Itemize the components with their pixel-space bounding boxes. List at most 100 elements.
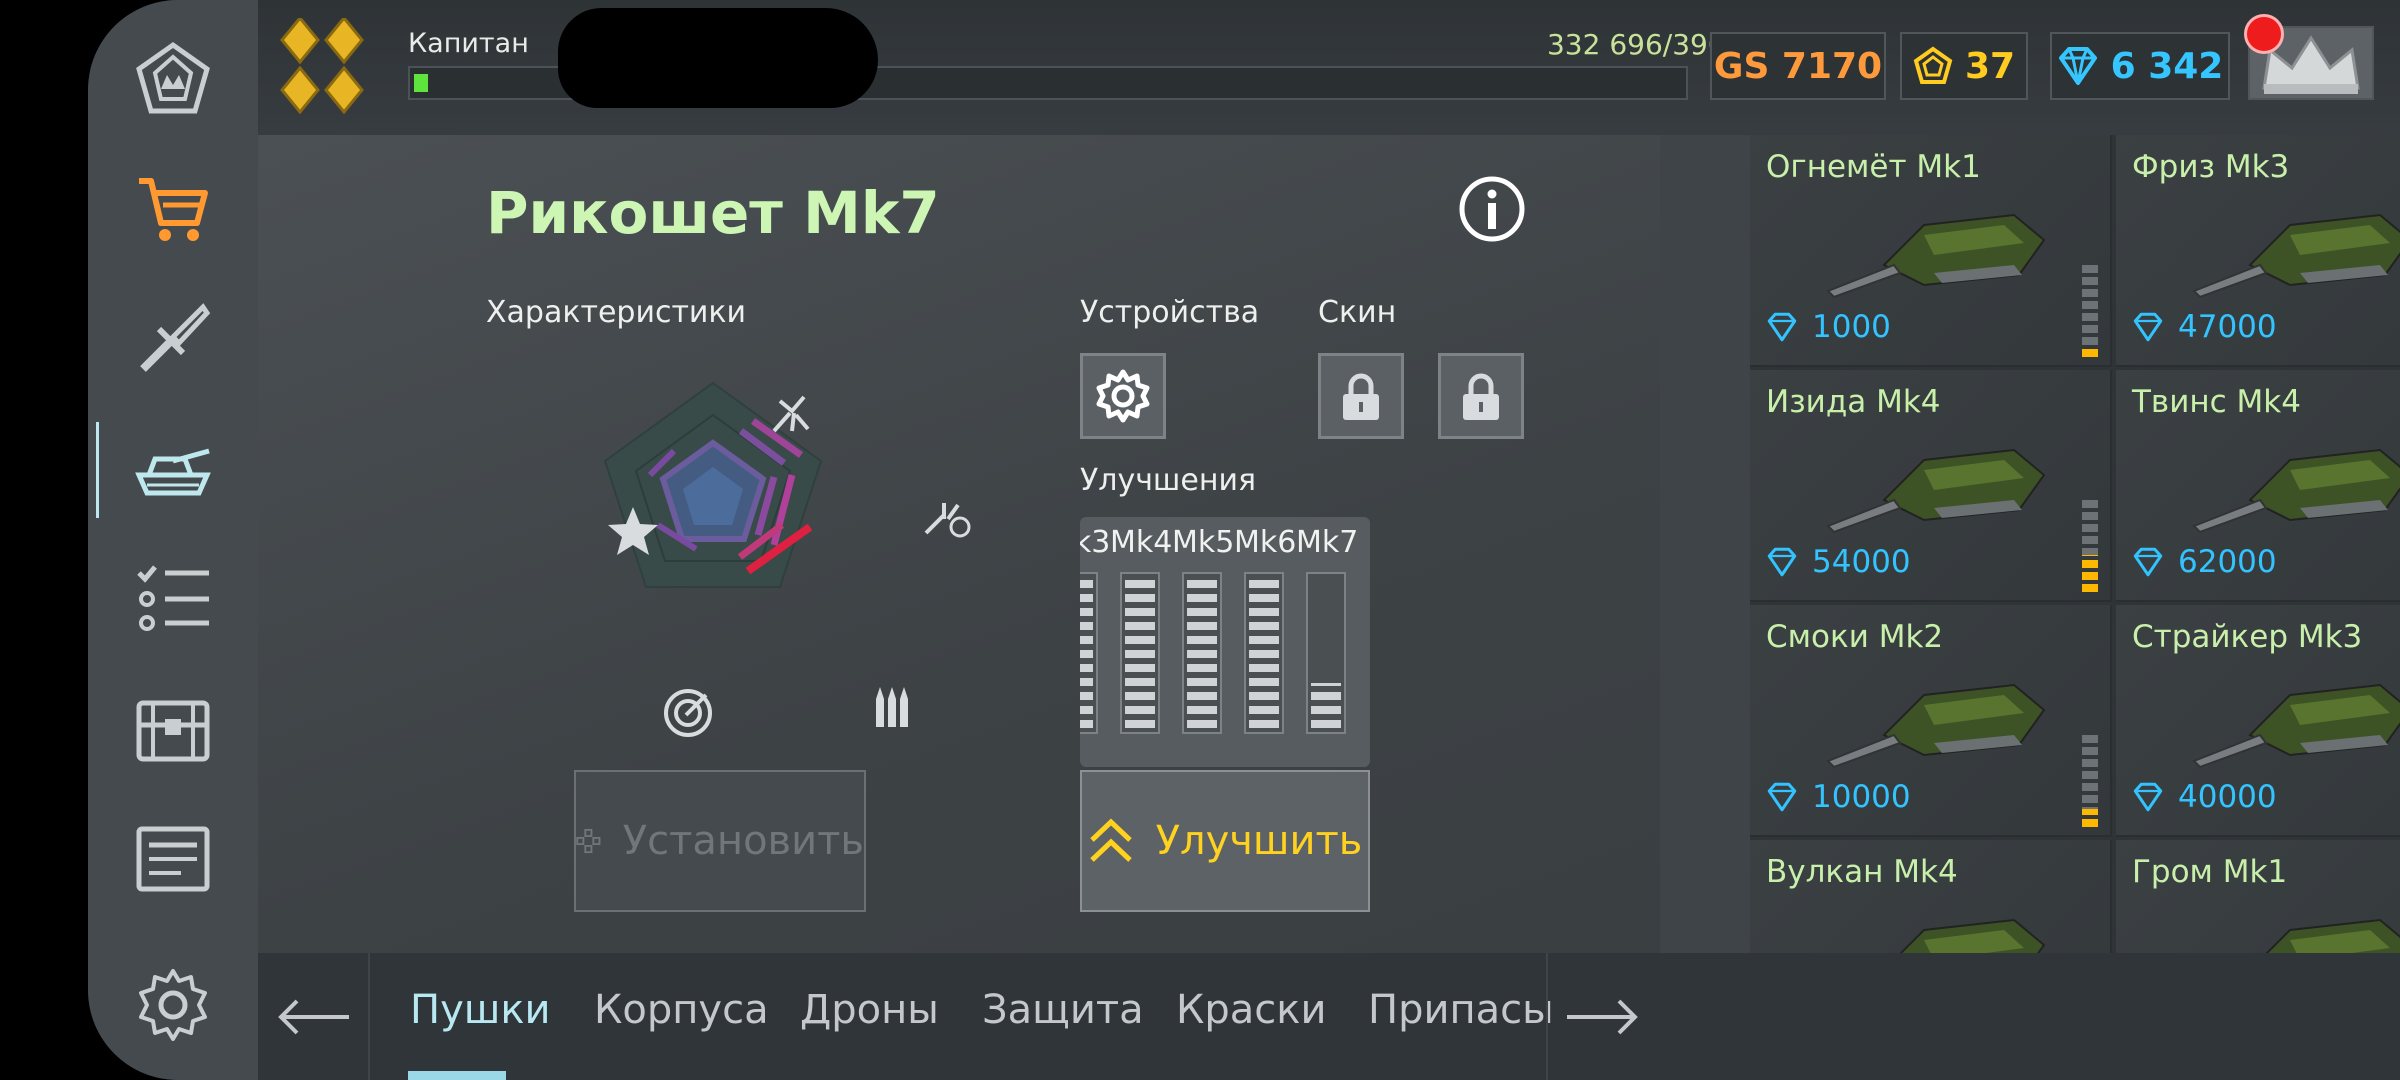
nav-missions[interactable] [88, 534, 258, 664]
weapon-card-level-bar [2082, 265, 2098, 357]
tab-drones[interactable]: Дроны [800, 987, 939, 1033]
weapon-turret-image [1826, 683, 2046, 769]
nav-home[interactable] [88, 14, 258, 144]
install-icon [576, 828, 601, 854]
diamond-icon [2133, 547, 2163, 577]
weapon-card[interactable]: Страйкер Mk3 40000 [2116, 605, 2400, 837]
tab-paints[interactable]: Краски [1176, 987, 1326, 1033]
checklist-icon [137, 565, 209, 631]
diamond-icon [2133, 312, 2163, 342]
tab-guns[interactable]: Пушки [410, 987, 551, 1033]
install-label: Установить [622, 818, 864, 864]
star-icon [608, 507, 658, 555]
gear-score-badge[interactable]: GS 7170 [1710, 32, 1886, 100]
weapon-card[interactable]: Вулкан Mk4 [1750, 840, 2112, 953]
tab-hulls[interactable]: Корпуса [594, 987, 769, 1033]
level-bar-fill [1311, 683, 1341, 728]
nav-settings[interactable] [88, 940, 258, 1070]
crystals-badge[interactable]: 37 [1900, 32, 2028, 100]
weapon-card-level-fill [2082, 808, 2098, 827]
weapon-title: Рикошет Mk7 [486, 179, 940, 247]
weapon-card[interactable]: Смоки Mk2 10000 [1750, 605, 2112, 837]
damage-icon [772, 395, 810, 433]
crystal-icon [1913, 46, 1953, 84]
weapon-card-price-value: 47000 [2178, 309, 2277, 345]
level-column: Mk3 [1080, 525, 1110, 734]
diamonds-badge[interactable]: 6 342 [2050, 32, 2230, 100]
skin-label: Скин [1318, 295, 1397, 330]
tab-supplies[interactable]: Припасы [1368, 987, 1554, 1033]
install-button[interactable]: Установить [574, 770, 866, 912]
weapon-card-level-fill [2082, 555, 2098, 592]
xp-progress-fill [414, 74, 428, 92]
accuracy-icon [664, 689, 712, 737]
skin-slot-locked[interactable] [1318, 353, 1404, 439]
tab-protection[interactable]: Защита [982, 987, 1144, 1033]
weapon-turret-image [1826, 213, 2046, 299]
info-icon[interactable] [1458, 175, 1526, 243]
lock-icon [1463, 373, 1499, 420]
weapon-card-name: Страйкер Mk3 [2132, 619, 2363, 655]
player-rank-name: Капитан [408, 28, 529, 59]
weapon-list: Огнемёт Mk1 1000 Фриз Mk3 47000 Изида Mk4 540… [1750, 135, 2400, 953]
weapon-card[interactable]: Фриз Mk3 47000 [2116, 135, 2400, 367]
weapon-card-name: Вулкан Mk4 [1766, 854, 1958, 890]
upgrade-levels-panel: Mk3 Mk4 Mk5 Mk6 Mk7 [1080, 517, 1370, 767]
level-bar [1120, 572, 1160, 734]
level-bar-fill [1125, 578, 1155, 728]
upgrades-label: Улучшения [1080, 463, 1257, 498]
level-label: Mk5 [1172, 525, 1235, 560]
weapon-card-price: 1000 [1766, 309, 1891, 345]
newspaper-icon [136, 826, 210, 892]
weapon-turret-image [2265, 918, 2400, 953]
nav-battle[interactable] [88, 274, 258, 404]
crystals-value: 37 [1964, 45, 2016, 87]
top-bar: Капитан 332 696/390 000 GS 7170 37 6 342 [258, 0, 2400, 135]
prev-arrow-button[interactable] [258, 953, 368, 1080]
diamond-icon [2058, 47, 2097, 85]
game-window: Капитан 332 696/390 000 GS 7170 37 6 342 [88, 0, 2400, 1080]
weapon-card-price-value: 10000 [1812, 779, 1911, 815]
tank-icon [135, 448, 211, 496]
weapon-card[interactable]: Твинс Mk4 62000 [2116, 370, 2400, 602]
skin-slot-locked-2[interactable] [1438, 353, 1524, 439]
weapon-card-name: Огнемёт Mk1 [1766, 149, 1981, 185]
diamond-icon [1767, 312, 1797, 342]
nav-containers[interactable] [88, 664, 258, 794]
upgrade-button[interactable]: Улучшить [1080, 770, 1370, 912]
weapon-card-name: Смоки Mk2 [1766, 619, 1944, 655]
weapon-card-name: Фриз Mk3 [2132, 149, 2290, 185]
sword-icon [140, 303, 211, 372]
weapon-card[interactable]: Огнемёт Mk1 1000 [1750, 135, 2112, 367]
weapon-card-level-bar [2082, 735, 2098, 827]
weapon-turret-image [2192, 213, 2400, 299]
gear-icon [139, 969, 207, 1041]
characteristics-label: Характеристики [486, 295, 747, 330]
gear-icon [1096, 369, 1150, 423]
level-bar [1244, 572, 1284, 734]
redacted-username [558, 8, 878, 108]
diamond-icon [1767, 547, 1797, 577]
weapon-card-price: 10000 [1766, 779, 1911, 815]
weapon-card-price: 40000 [2132, 779, 2277, 815]
cart-icon [139, 178, 208, 241]
nav-shop[interactable] [88, 144, 258, 274]
weapon-card[interactable]: Изида Mk4 54000 [1750, 370, 2112, 602]
weapon-turret-image [2192, 683, 2400, 769]
upgrade-label: Улучшить [1155, 818, 1363, 864]
rank-insignia-icon [280, 18, 364, 114]
ammo-icon [876, 687, 908, 727]
next-arrow-button[interactable] [1548, 953, 1658, 1080]
weapon-card-name: Гром Mk1 [2132, 854, 2288, 890]
nav-news[interactable] [88, 794, 258, 924]
level-label: Mk6 [1234, 525, 1297, 560]
weapon-card-name: Изида Mk4 [1766, 384, 1941, 420]
level-column: Mk7 [1296, 525, 1358, 734]
weapon-details-panel: Рикошет Mk7 Характеристики Устройства Ск… [258, 135, 1660, 953]
nav-garage[interactable] [88, 404, 258, 534]
device-slot[interactable] [1080, 353, 1166, 439]
level-column: Mk5 [1172, 525, 1235, 734]
arrow-right-icon [1567, 999, 1638, 1034]
active-tab-underline [408, 1071, 506, 1080]
weapon-card[interactable]: Гром Mk1 [2116, 840, 2400, 953]
